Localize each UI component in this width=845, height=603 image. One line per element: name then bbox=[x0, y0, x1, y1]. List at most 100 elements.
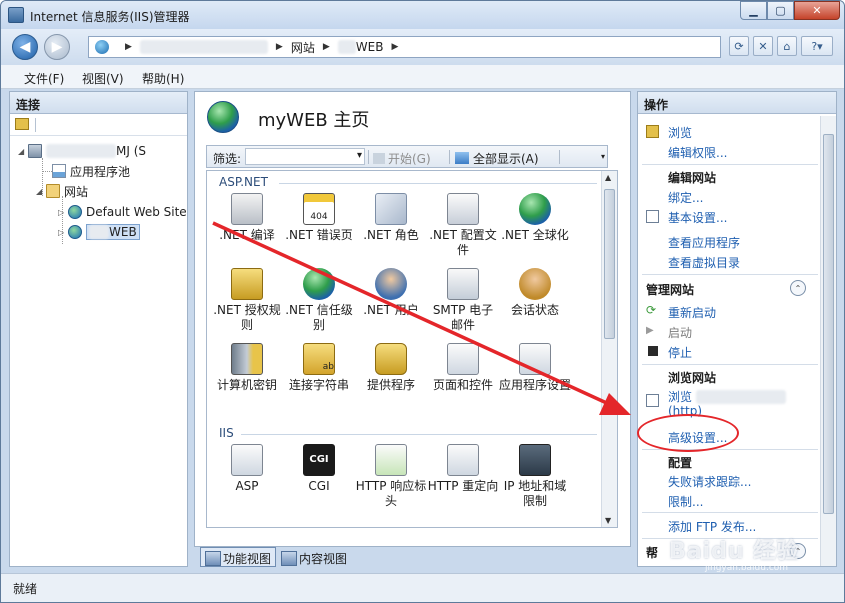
status-text: 就绪 bbox=[13, 582, 38, 596]
feature-http-response-headers[interactable]: HTTP 响应标头 bbox=[355, 444, 427, 509]
toolbar-overflow-icon[interactable]: ▾ bbox=[601, 152, 605, 161]
server-name-redacted: x bbox=[139, 40, 268, 54]
forward-button[interactable]: ▶ bbox=[44, 34, 70, 60]
menu-file[interactable]: 文件(F) bbox=[24, 70, 64, 87]
title-bar[interactable]: Internet 信息服务(IIS)管理器 ▁ ▢ ✕ bbox=[1, 1, 844, 29]
server-icon bbox=[28, 144, 42, 158]
minimize-button[interactable]: ▁ bbox=[740, 1, 767, 20]
feature-net-users[interactable]: .NET 用户 bbox=[355, 268, 427, 318]
action-edit-permissions[interactable]: 编辑权限... bbox=[668, 144, 727, 161]
address-segment-site[interactable]: WEB bbox=[356, 40, 384, 54]
back-button[interactable]: ◀ bbox=[12, 34, 38, 60]
section-configure: 配置 bbox=[668, 456, 693, 470]
start-filter-button[interactable]: 开始(G) bbox=[373, 150, 431, 167]
annotation-circle bbox=[637, 414, 739, 452]
action-failed-request-tracing[interactable]: 失败请求跟踪... bbox=[668, 473, 751, 490]
feature-net-roles[interactable]: .NET 角色 bbox=[355, 193, 427, 243]
maximize-button[interactable]: ▢ bbox=[767, 1, 794, 20]
error-page-icon: 404 bbox=[303, 193, 335, 225]
roles-icon bbox=[375, 193, 407, 225]
menu-view[interactable]: 视图(V) bbox=[82, 70, 124, 87]
feature-ip-domain-restrictions[interactable]: IP 地址和域限制 bbox=[499, 444, 571, 509]
feature-net-error-pages[interactable]: 404 .NET 错误页 bbox=[283, 193, 355, 243]
pages-controls-icon bbox=[447, 343, 479, 375]
start-icon: ▶ bbox=[646, 325, 654, 336]
feature-net-globalization[interactable]: .NET 全球化 bbox=[499, 193, 571, 243]
tree-my-site[interactable]: ▷ xWEB bbox=[58, 223, 140, 241]
status-bar: 就绪 bbox=[1, 573, 844, 602]
stop-icon bbox=[648, 346, 658, 356]
features-scrollbar-thumb[interactable] bbox=[604, 189, 615, 339]
asp-icon bbox=[231, 444, 263, 476]
tree-app-pools[interactable]: 应用程序池 bbox=[42, 162, 130, 180]
tab-content-view[interactable]: 内容视图 bbox=[276, 547, 352, 567]
feature-net-profile[interactable]: .NET 配置文件 bbox=[427, 193, 499, 258]
action-browse-site-url[interactable]: 浏览 x bbox=[668, 388, 786, 405]
action-limits[interactable]: 限制... bbox=[668, 493, 703, 510]
stop-icon[interactable]: ✕ bbox=[753, 36, 773, 56]
features-list: ASP.NET .NET 编译 404 .NET 错误页 .NET 角色 .NE… bbox=[206, 170, 618, 528]
close-button[interactable]: ✕ bbox=[794, 1, 840, 20]
address-bar[interactable]: ▶ x ▶ 网站 ▶ x WEB ▶ bbox=[88, 36, 721, 58]
help-icon[interactable]: ?▾ bbox=[801, 36, 833, 56]
settings-icon bbox=[646, 210, 659, 223]
filter-input[interactable] bbox=[245, 148, 365, 165]
tree-default-site[interactable]: ▷ Default Web Site bbox=[58, 203, 187, 221]
tree-server[interactable]: ◢ x MJ (S bbox=[18, 142, 146, 160]
feature-session-state[interactable]: 会话状态 bbox=[499, 268, 571, 318]
actions-title: 操作 bbox=[638, 92, 836, 114]
navigation-bar: ◀ ▶ ▶ x ▶ 网站 ▶ x WEB ▶ ⟳ ✕ ⌂ ?▾ bbox=[1, 29, 844, 65]
tree-sites[interactable]: ◢ 网站 bbox=[36, 182, 88, 200]
folder-icon bbox=[46, 184, 60, 198]
action-basic-settings[interactable]: 基本设置... bbox=[668, 209, 727, 226]
connections-pane: 连接 ◢ x MJ (S 应用程序池 ◢ 网站 ▷ Default Web Si… bbox=[9, 91, 188, 567]
feature-machine-key[interactable]: 计算机密钥 bbox=[211, 343, 283, 393]
app-pool-icon bbox=[52, 164, 66, 178]
cgi-icon: CGI bbox=[303, 444, 335, 476]
feature-pages-controls[interactable]: 页面和控件 bbox=[427, 343, 499, 393]
home-icon[interactable]: ⌂ bbox=[777, 36, 797, 56]
feature-smtp-email[interactable]: SMTP 电子邮件 bbox=[427, 268, 499, 333]
profile-icon bbox=[447, 193, 479, 225]
browse-site-icon bbox=[646, 394, 659, 407]
feature-http-redirect[interactable]: HTTP 重定向 bbox=[427, 444, 499, 494]
show-all-button[interactable]: 全部显示(A) bbox=[455, 150, 539, 167]
feature-net-authorization[interactable]: .NET 授权规则 bbox=[211, 268, 283, 333]
watermark-sub: jingyan.baidu.com bbox=[705, 563, 789, 573]
section-manage-site: 管理网站 bbox=[646, 283, 695, 297]
feature-net-compilation[interactable]: .NET 编译 bbox=[211, 193, 283, 243]
start-page-icon[interactable] bbox=[15, 118, 29, 130]
watermark: Baidu 经验 bbox=[669, 539, 800, 564]
feature-app-settings[interactable]: 应用程序设置 bbox=[499, 343, 571, 393]
action-restart[interactable]: 重新启动 bbox=[668, 304, 716, 321]
globe-icon bbox=[519, 193, 551, 225]
iis-manager-window: Internet 信息服务(IIS)管理器 ▁ ▢ ✕ ◀ ▶ ▶ x ▶ 网站… bbox=[0, 0, 845, 603]
connections-toolbar bbox=[10, 114, 187, 136]
tab-features-view[interactable]: 功能视图 bbox=[200, 547, 277, 567]
actions-scrollbar-thumb[interactable] bbox=[823, 134, 834, 514]
site-globe-icon bbox=[68, 205, 82, 219]
feature-connection-strings[interactable]: ab 连接字符串 bbox=[283, 343, 355, 393]
action-view-virtual-dirs[interactable]: 查看虚拟目录 bbox=[668, 254, 740, 271]
action-start[interactable]: 启动 bbox=[668, 324, 692, 341]
browse-icon bbox=[646, 125, 659, 138]
refresh-icon[interactable]: ⟳ bbox=[729, 36, 749, 56]
feature-providers[interactable]: 提供程序 bbox=[355, 343, 427, 393]
action-view-applications[interactable]: 查看应用程序 bbox=[668, 234, 740, 251]
collapse-manage-site-button[interactable]: ⌃ bbox=[790, 280, 806, 296]
action-bindings[interactable]: 绑定... bbox=[668, 189, 703, 206]
features-scrollbar[interactable]: ▲ ▼ bbox=[601, 171, 617, 527]
group-iis: IIS bbox=[219, 426, 234, 440]
page-title: myWEB 主页 bbox=[258, 110, 370, 131]
menu-help[interactable]: 帮助(H) bbox=[142, 70, 184, 87]
feature-cgi[interactable]: CGI CGI bbox=[283, 444, 355, 494]
action-stop[interactable]: 停止 bbox=[668, 344, 692, 361]
actions-scrollbar[interactable] bbox=[820, 116, 836, 566]
page-header: myWEB 主页 bbox=[194, 91, 631, 143]
compile-icon bbox=[231, 193, 263, 225]
feature-asp[interactable]: ASP bbox=[211, 444, 283, 494]
redirect-icon bbox=[447, 444, 479, 476]
feature-net-trust-levels[interactable]: .NET 信任级别 bbox=[283, 268, 355, 333]
action-browse[interactable]: 浏览 bbox=[668, 124, 692, 141]
address-segment-sites[interactable]: 网站 bbox=[291, 39, 315, 56]
